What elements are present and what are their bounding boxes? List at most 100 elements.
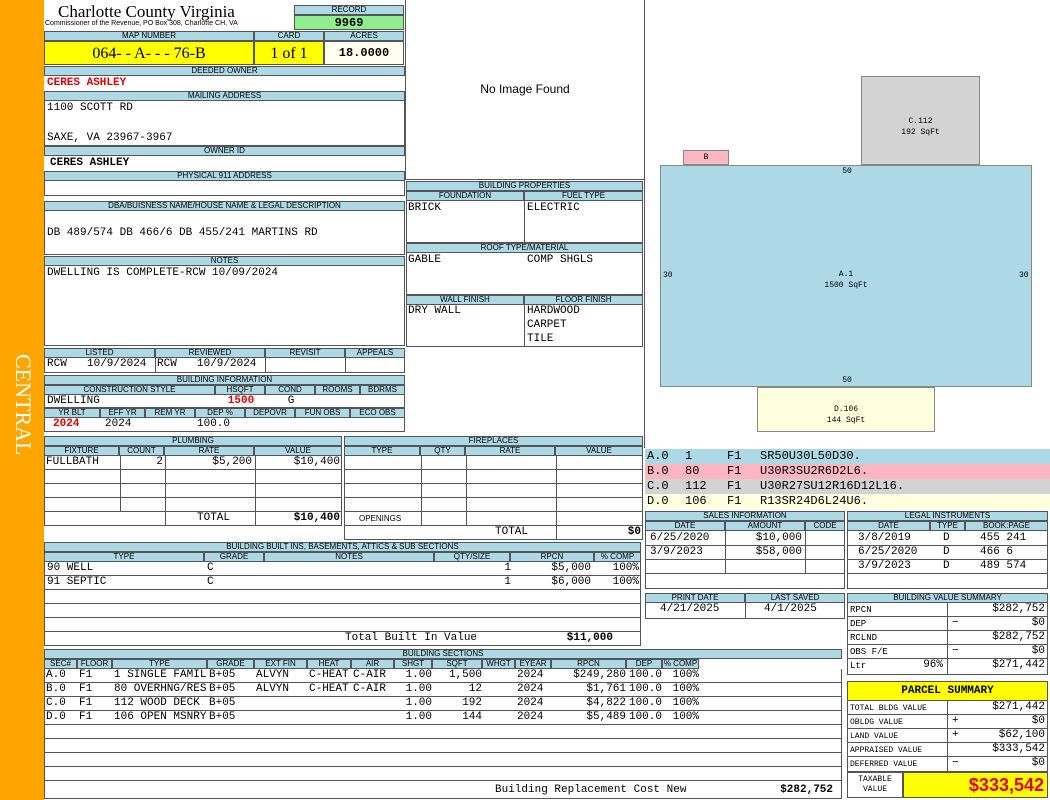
sales-header: SALES INFORMATION: [645, 511, 845, 521]
section-type: 106 OPEN MSNRY PCH: [114, 711, 207, 723]
section-air: C-AIR: [353, 669, 387, 681]
fireplaces-total-label: TOTAL: [495, 526, 529, 538]
divider: [524, 201, 525, 242]
print-date-row: 4/21/2025 4/1/2025: [645, 603, 845, 619]
section-type: 80 OVERHNG/RES: [114, 683, 207, 695]
year-built: 2024: [53, 418, 80, 430]
section-grade: B+05: [209, 669, 236, 681]
legal-instruments-table: 3/8/2019 D 455 241 6/25/2020 D 466 6 3/9…: [847, 531, 1048, 589]
builtin-qty: 1: [504, 562, 511, 574]
wall-finish: DRY WALL: [408, 305, 461, 317]
sketch-a-area: 1500 SqFt: [824, 281, 868, 290]
bvs-rclnd-label: RCLND: [850, 633, 878, 643]
construction-style-header: CONSTRUCTION STYLE: [44, 385, 215, 395]
mailing-line-1: 1100 SCOTT RD: [47, 102, 133, 114]
sale-amount: $58,000: [755, 546, 802, 558]
physical-address-header: PHYSICAL 911 ADDRESS: [44, 171, 405, 181]
builtins-col-rpcn: RPCN: [510, 552, 594, 562]
total-bldg-value: $271,442: [992, 701, 1045, 713]
floor-finish-3: TILE: [527, 333, 554, 345]
sketch-section-d: D.106 144 SqFt: [757, 387, 935, 432]
sale-date: 3/9/2023: [650, 546, 703, 558]
taxable-label-1: TAXABLE: [858, 775, 892, 784]
legal-date: 3/9/2023: [858, 560, 911, 572]
no-image-text: No Image Found: [480, 82, 570, 96]
section-sqft: 192: [462, 697, 482, 709]
divider: [345, 497, 642, 498]
code-sec: D.0: [647, 494, 669, 508]
bvs-obs-label: OBS F/E: [850, 647, 888, 657]
section-floor: F1: [79, 669, 93, 681]
section-codes: A.0 1 F1 SR50U30L50D30. B.0 80 F1 U30R3SU2R6D2…: [645, 449, 1050, 509]
legal-instruments-header: LEGAL INSTRUMENTS: [847, 511, 1048, 521]
mailing-address-box: 1100 SCOTT RD SAXE, VA 23967-3967: [44, 101, 405, 146]
section-grade: B+05: [209, 697, 236, 709]
code-sec: A.0: [647, 449, 669, 463]
section-dep: 100.0: [628, 697, 662, 709]
section-sqft: 144: [462, 711, 482, 723]
builtins-col-qty: QTY/SIZE: [434, 552, 510, 562]
land-value: $62,100: [998, 729, 1045, 741]
taxable-value-box: $333,542: [903, 772, 1048, 798]
divider: [45, 483, 341, 484]
section-eyear: 2024: [517, 697, 544, 709]
section-grade: B+05: [209, 683, 236, 695]
divider: [45, 469, 341, 470]
bvs-rpcn: $282,752: [992, 603, 1045, 615]
section-comp: 100%: [672, 669, 699, 681]
builtin-type: 91 SEPTIC: [47, 576, 107, 588]
building-info-header: BUILDING INFORMATION: [44, 375, 405, 385]
divider: [345, 358, 346, 372]
roof-material: COMP SHGLS: [527, 254, 594, 266]
sales-col-amount: AMOUNT: [725, 521, 805, 531]
plumbing-rate: $5,200: [212, 456, 252, 468]
eff-year: 2024: [105, 418, 132, 430]
plumbing-fixture: FULLBATH: [46, 456, 99, 468]
wall-finish-header: WALL FINISH: [406, 295, 524, 305]
side-bar: CENTRAL: [0, 0, 44, 800]
bvs-ltr-pct: 96%: [923, 659, 943, 671]
floor-finish-header: FLOOR FINISH: [524, 295, 643, 305]
legal-description: DB 489/574 DB 466/6 DB 455/241 MARTINS R…: [47, 227, 318, 239]
parcel-table: TOTAL BLDG VALUE $271,442 OBLDG VALUE + …: [847, 701, 1048, 772]
bvs-dep-label: DEP: [850, 619, 867, 629]
reviewed-by: RCW: [157, 358, 177, 370]
plumbing-count: 2: [156, 456, 163, 468]
status-row: RCW 10/9/2024 RCW 10/9/2024: [44, 358, 405, 373]
code-string: SR50U30L50D30.: [760, 449, 861, 463]
bvs-obs: $0: [1031, 645, 1045, 657]
code-sec: B.0: [647, 464, 669, 478]
divider: [45, 603, 640, 604]
divider: [45, 724, 841, 725]
hsqft-header: HSQFT: [215, 385, 265, 395]
legal-description-box: DB 489/574 DB 466/6 DB 455/241 MARTINS R…: [44, 211, 405, 255]
deferred-label: DEFERRED VALUE: [850, 760, 918, 769]
sketch-c-area: 192 SqFt: [901, 128, 940, 137]
legal-date: 6/25/2020: [858, 546, 918, 558]
building-sections-header: BUILDING SECTIONS: [44, 649, 842, 659]
builtins-col-notes: NOTES: [264, 552, 434, 562]
section-rpcn: $1,761: [586, 683, 626, 695]
sketch-left-dim: 30: [663, 271, 673, 280]
sections-col-air: AIR: [351, 659, 394, 669]
deeded-owner: CERES ASHLEY: [47, 77, 127, 89]
section-dep: 100.0: [628, 669, 662, 681]
section-code-row: B.0 80 F1 U30R3SU2R6D2L6.: [645, 464, 1050, 479]
section-shgt: 1.00: [405, 683, 432, 695]
sale-date: 6/25/2020: [650, 532, 710, 544]
record-header: RECORD: [294, 5, 404, 15]
divider: [45, 589, 640, 590]
cond: G: [287, 395, 295, 407]
image-area: No Image Found: [405, 0, 645, 180]
sketch-bottom-dim: 50: [842, 376, 852, 385]
divider: [265, 358, 266, 372]
section-ext: ALVYN: [256, 683, 290, 695]
map-number-header: MAP NUMBER: [44, 31, 254, 41]
section-floor: F1: [79, 697, 93, 709]
sections-col-heat: HEAT: [307, 659, 351, 669]
section-dep: 100.0: [628, 683, 662, 695]
section-sec: C.0: [46, 697, 66, 709]
physical-address-box: [44, 181, 405, 196]
sections-col-eyear: EYEAR: [515, 659, 551, 669]
builtins-col-grade: GRADE: [204, 552, 264, 562]
